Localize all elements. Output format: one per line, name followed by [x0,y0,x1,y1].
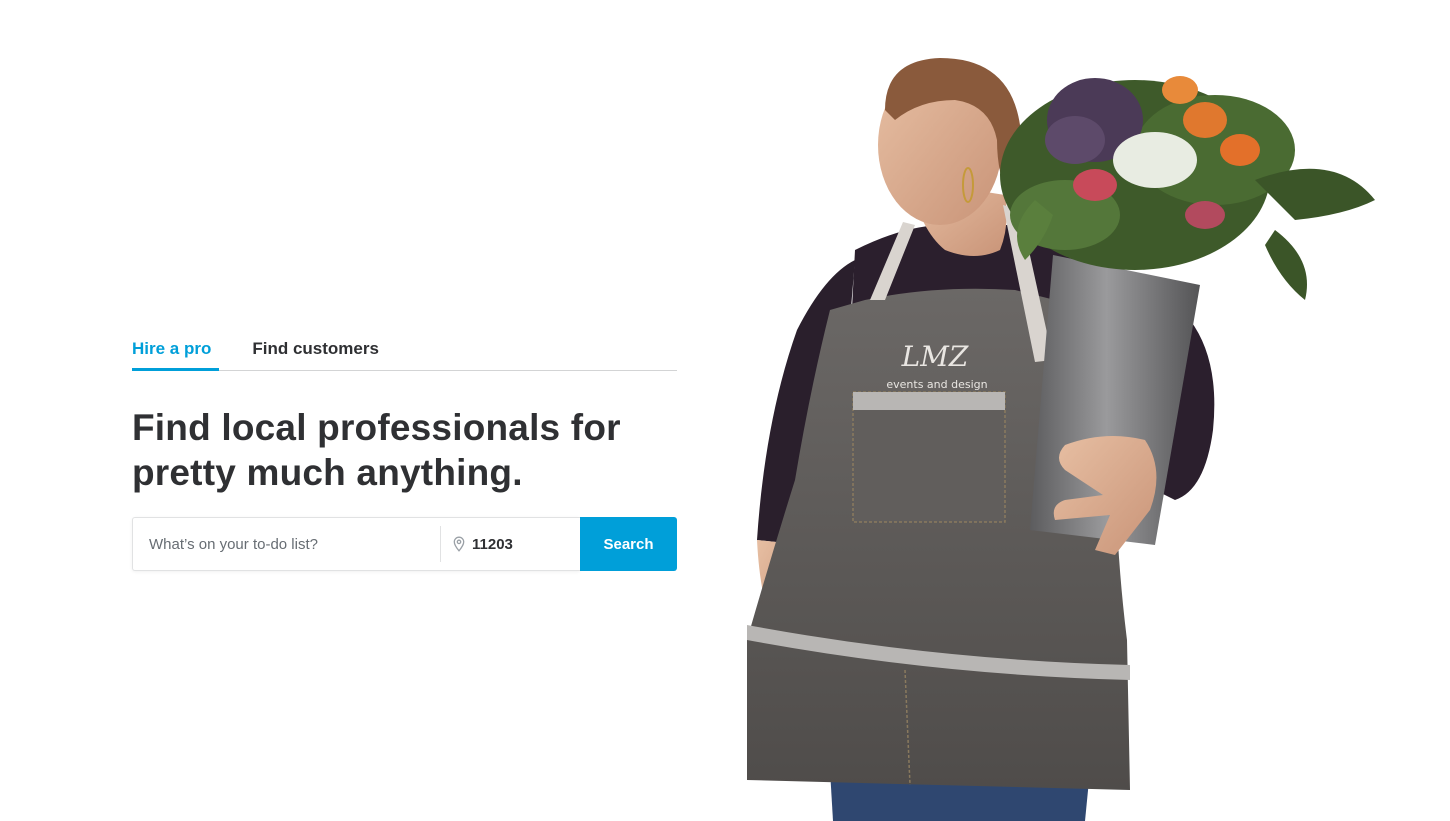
tab-find-customers[interactable]: Find customers [252,330,379,369]
location-pin-icon [452,536,466,552]
search-form: Search [132,517,677,571]
tab-hire-a-pro[interactable]: Hire a pro [132,330,220,371]
zip-code-input[interactable] [472,535,562,553]
audience-tabs: Hire a pro Find customers [132,330,677,371]
homepage: Hire a pro Find customers Find local pro… [0,0,1450,821]
hero-search-panel: Hire a pro Find customers Find local pro… [132,330,677,571]
hero-headline: Find local professionals for pretty much… [132,407,621,493]
apron-logo: LMZ [901,340,969,373]
apron-chest-pocket [852,391,1006,523]
search-fields [132,517,580,571]
apron-tagline: events and design [886,378,987,391]
zip-field[interactable] [441,518,580,570]
pocket-trim [853,392,1005,410]
search-input[interactable] [133,518,440,570]
search-button[interactable]: Search [580,517,677,571]
hero-image-florist: LMZ events and design [735,0,1450,821]
